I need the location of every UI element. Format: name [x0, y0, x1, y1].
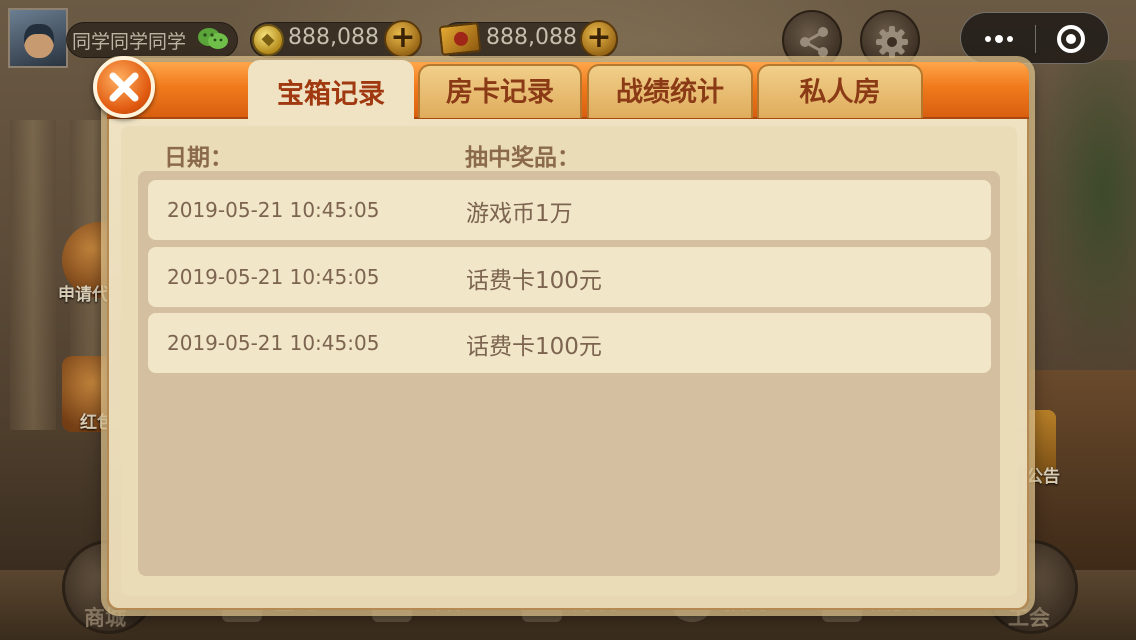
record-row: 2019-05-21 10:45:05 话费卡100元 — [148, 247, 991, 307]
close-icon — [109, 72, 139, 102]
room-card-balance: 888,088 — [486, 25, 577, 50]
column-header-date: 日期： — [164, 145, 233, 171]
record-prize: 话费卡100元 — [466, 334, 602, 360]
decor-pillar — [10, 120, 56, 450]
record-date: 2019-05-21 10:45:05 — [167, 265, 380, 289]
add-coins-button[interactable]: + — [384, 20, 422, 58]
coin-icon — [252, 24, 284, 56]
column-header-prize: 抽中奖品： — [465, 145, 580, 171]
share-icon — [800, 27, 828, 57]
target-icon[interactable] — [1057, 25, 1085, 53]
gear-icon — [876, 26, 908, 58]
wechat-icon — [198, 28, 228, 49]
record-row: 2019-05-21 10:45:05 话费卡100元 — [148, 313, 991, 373]
settings-button[interactable] — [860, 10, 920, 70]
share-button[interactable] — [782, 10, 842, 70]
close-button[interactable] — [93, 56, 155, 118]
player-name: 同学同学同学 — [72, 31, 187, 53]
record-prize: 话费卡100元 — [466, 268, 602, 294]
record-row: 2019-05-21 10:45:05 游戏币1万 — [148, 180, 991, 240]
capsule-divider — [1035, 25, 1036, 53]
record-date: 2019-05-21 10:45:05 — [167, 331, 380, 355]
more-dots-icon[interactable] — [983, 27, 1017, 49]
coin-balance: 888,088 — [288, 25, 379, 50]
decor-palm — [1026, 60, 1136, 390]
record-date: 2019-05-21 10:45:05 — [167, 198, 380, 222]
tab-treasure-records[interactable]: 宝箱记录 — [248, 60, 414, 128]
avatar[interactable] — [8, 8, 68, 68]
record-prize: 游戏币1万 — [466, 201, 573, 227]
notice-label: 公告 — [1026, 467, 1060, 487]
room-card-icon — [438, 21, 482, 57]
mini-program-capsule — [960, 12, 1109, 64]
tab-battle-stats[interactable]: 战绩统计 — [587, 64, 753, 118]
tab-private-room[interactable]: 私人房 — [757, 64, 923, 118]
tab-room-card-records[interactable]: 房卡记录 — [418, 64, 582, 118]
add-room-cards-button[interactable]: + — [580, 20, 618, 58]
